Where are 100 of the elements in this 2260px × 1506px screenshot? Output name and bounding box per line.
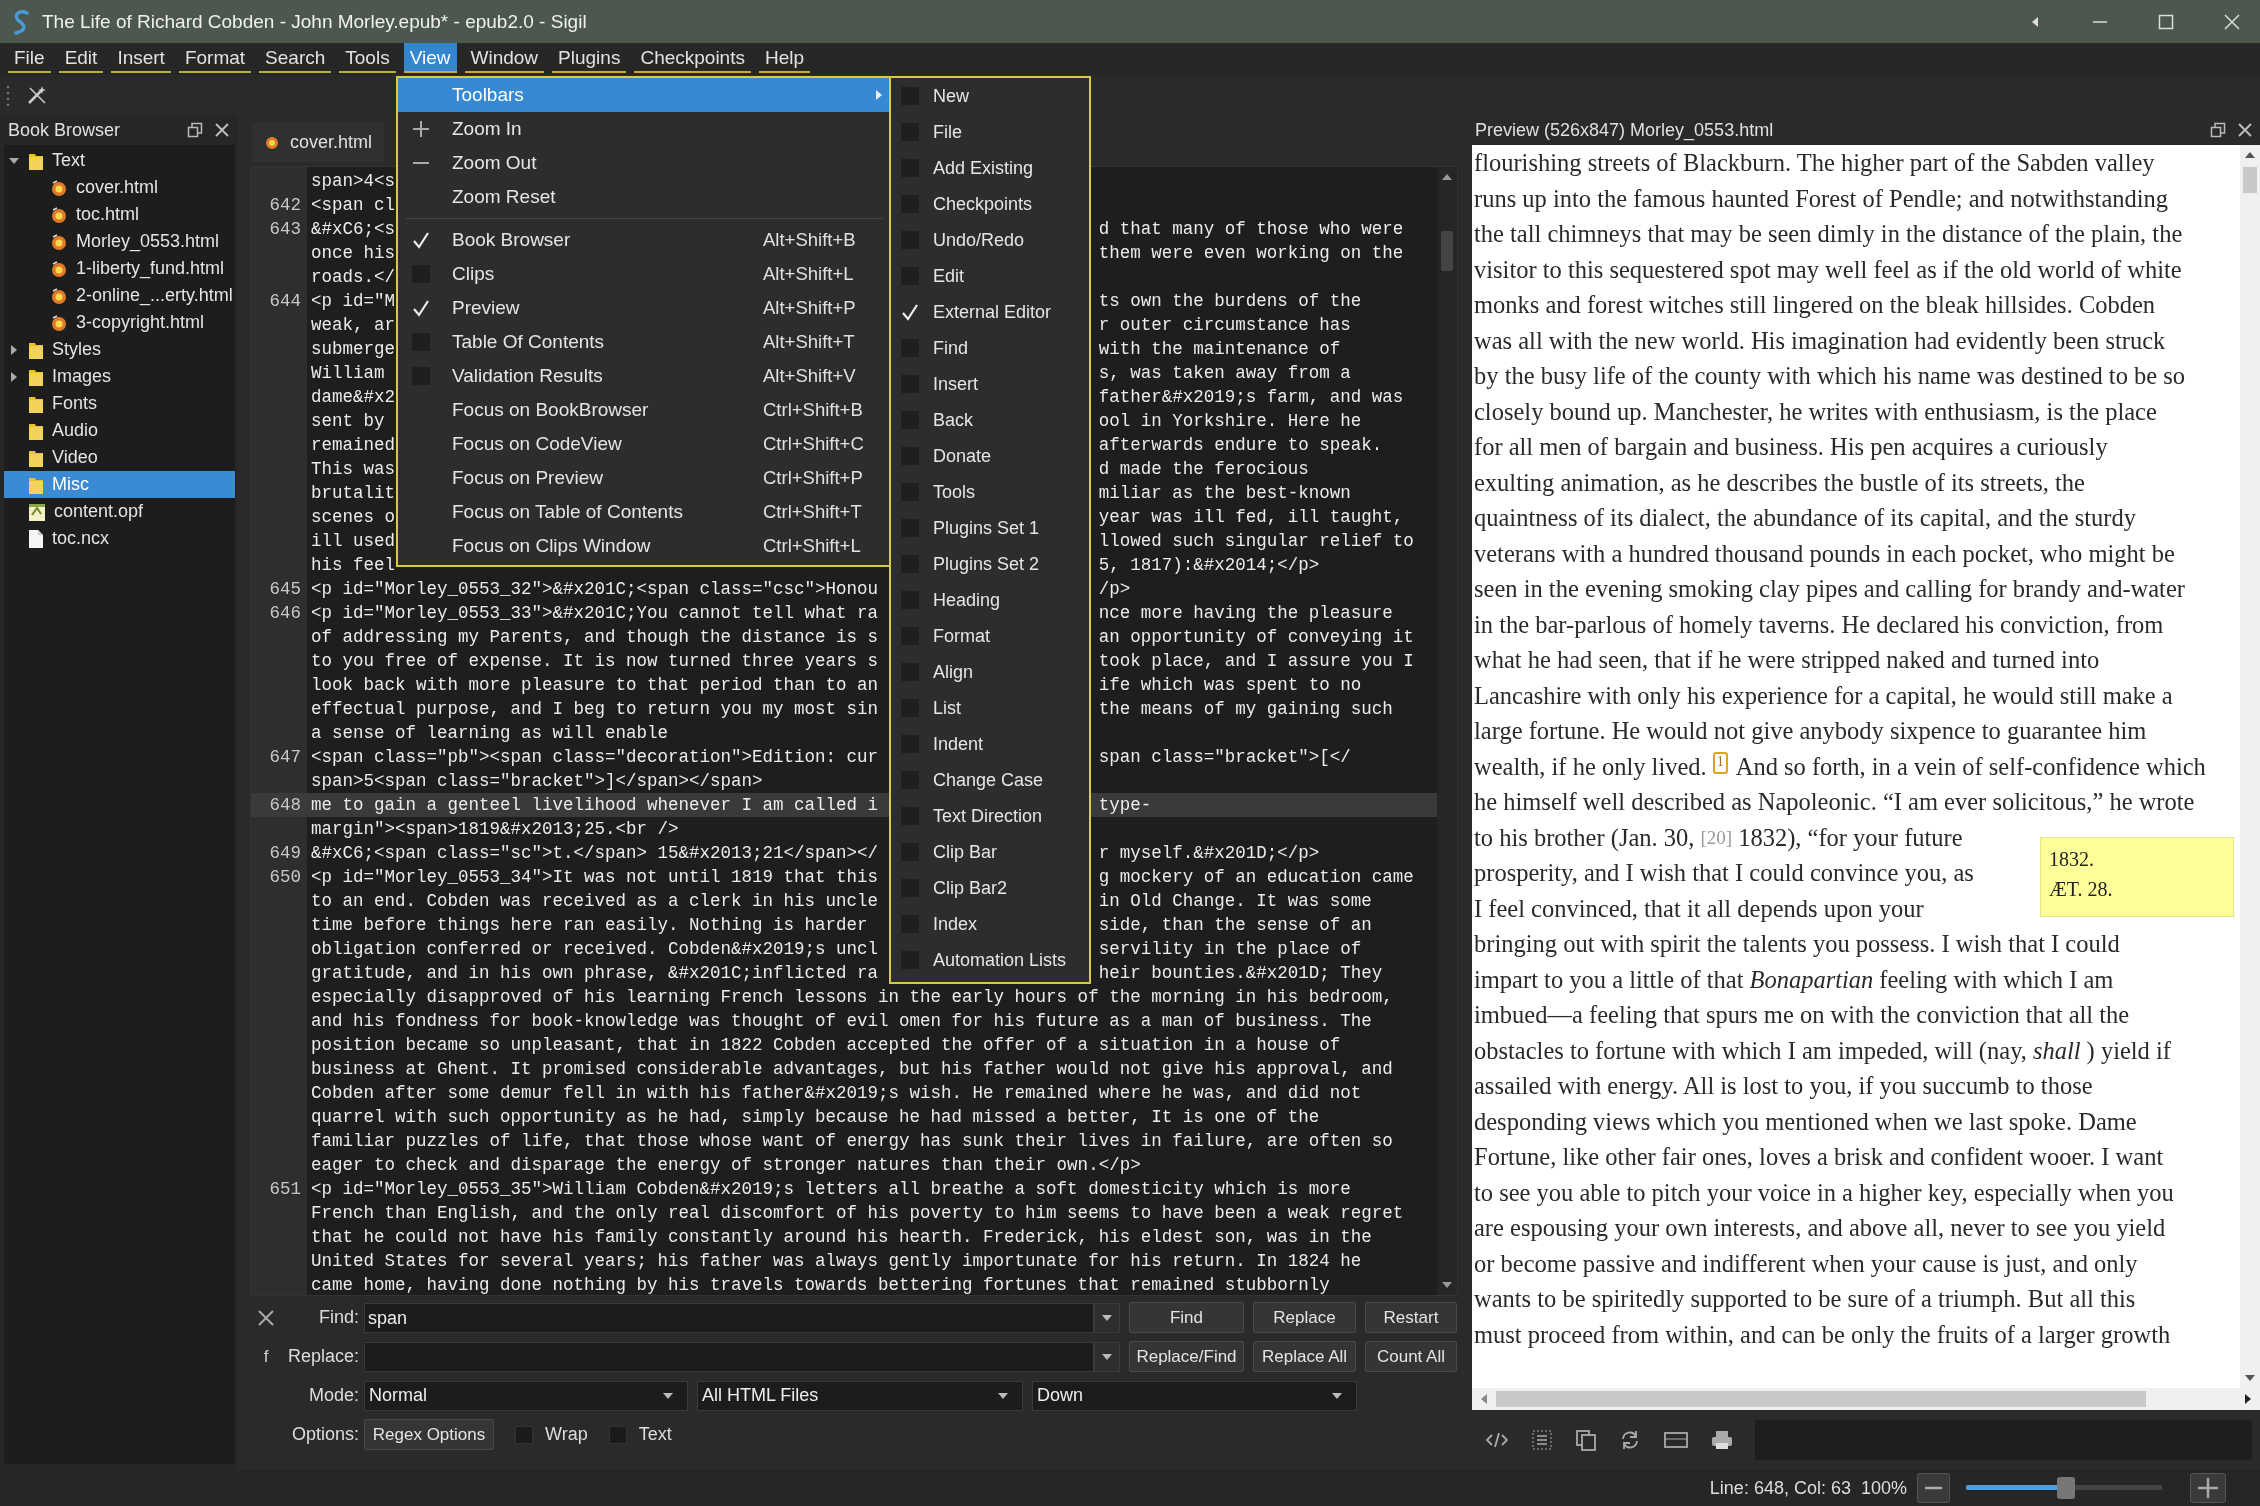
menu-bar-item[interactable]: Plugins: [552, 43, 627, 73]
code-icon[interactable]: [1485, 1430, 1509, 1450]
button[interactable]: Replace: [1253, 1302, 1356, 1333]
tree-item[interactable]: 2-online_...erty.html: [4, 282, 235, 309]
tree-item[interactable]: 1-liberty_fund.html: [4, 255, 235, 282]
menu-item[interactable]: Clip Bar: [891, 834, 1089, 870]
menu-item[interactable]: Plugins Set 2: [891, 546, 1089, 582]
scroll-thumb[interactable]: [1496, 1391, 2146, 1407]
scroll-left-icon[interactable]: [1480, 1393, 1488, 1405]
button[interactable]: Find: [1129, 1302, 1244, 1333]
tree-item[interactable]: cover.html: [4, 174, 235, 201]
menu-item[interactable]: Focus on Preview Ctrl+Shift+P: [398, 461, 891, 495]
menu-item[interactable]: Automation Lists: [891, 942, 1089, 978]
button[interactable]: Replace/Find: [1129, 1341, 1244, 1372]
tree-item[interactable]: 3-copyright.html: [4, 309, 235, 336]
close-icon[interactable]: [215, 123, 229, 137]
menu-bar-item[interactable]: View: [403, 43, 457, 73]
tree-item[interactable]: Text: [4, 147, 235, 174]
menu-bar-item[interactable]: Help: [758, 43, 811, 73]
menu-item[interactable]: Checkpoints: [891, 186, 1089, 222]
tree-item[interactable]: Misc: [4, 471, 235, 498]
button[interactable]: Restart: [1365, 1302, 1457, 1333]
tree-item[interactable]: toc.html: [4, 201, 235, 228]
menu-item[interactable]: Indent: [891, 726, 1089, 762]
copy-icon[interactable]: [1575, 1429, 1597, 1451]
menu-item[interactable]: Zoom Out: [398, 146, 891, 180]
tree-item[interactable]: Audio: [4, 417, 235, 444]
menu-item[interactable]: Index: [891, 906, 1089, 942]
menu-bar-item[interactable]: Search: [259, 43, 332, 73]
horizontal-scrollbar[interactable]: [1472, 1388, 2260, 1410]
menu-item[interactable]: Book Browser Alt+Shift+B: [398, 223, 891, 257]
footnote-marker[interactable]: 1: [1712, 751, 1728, 774]
button[interactable]: Regex Options: [364, 1419, 494, 1450]
refresh-icon[interactable]: [1619, 1429, 1641, 1451]
menu-item[interactable]: Undo/Redo: [891, 222, 1089, 258]
menu-item[interactable]: Align: [891, 654, 1089, 690]
menu-item[interactable]: Add Existing: [891, 150, 1089, 186]
menu-item[interactable]: Focus on Table of Contents Ctrl+Shift+T: [398, 495, 891, 529]
menu-item[interactable]: File: [891, 114, 1089, 150]
menu-bar-item[interactable]: Window: [464, 43, 545, 73]
menu-item[interactable]: Zoom Reset: [398, 180, 891, 214]
menu-item[interactable]: Find: [891, 330, 1089, 366]
menu-item[interactable]: Tools: [891, 474, 1089, 510]
tree-item[interactable]: Fonts: [4, 390, 235, 417]
menu-item[interactable]: External Editor: [891, 294, 1089, 330]
menu-item[interactable]: Validation Results Alt+Shift+V: [398, 359, 891, 393]
tree-item[interactable]: Styles: [4, 336, 235, 363]
scroll-down-icon[interactable]: [1441, 1281, 1453, 1289]
checkbox[interactable]: Wrap: [515, 1424, 588, 1445]
file-tab[interactable]: cover.html: [252, 122, 385, 162]
menu-item[interactable]: Change Case: [891, 762, 1089, 798]
menu-bar-item[interactable]: Insert: [111, 43, 171, 73]
scroll-down-icon[interactable]: [2244, 1374, 2256, 1382]
menu-item[interactable]: Text Direction: [891, 798, 1089, 834]
menu-item[interactable]: Back: [891, 402, 1089, 438]
print-icon[interactable]: [1711, 1429, 1733, 1451]
menu-bar-item[interactable]: Tools: [339, 43, 396, 73]
menu-item[interactable]: Plugins Set 1: [891, 510, 1089, 546]
menu-bar-item[interactable]: Edit: [58, 43, 104, 73]
slider-thumb[interactable]: [2056, 1477, 2075, 1499]
scroll-up-icon[interactable]: [2244, 151, 2256, 159]
scrollbar[interactable]: [1437, 167, 1457, 1295]
dropdown[interactable]: Normal: [364, 1380, 688, 1411]
tree-item[interactable]: Video: [4, 444, 235, 471]
menu-item[interactable]: Preview Alt+Shift+P: [398, 291, 891, 325]
checkbox[interactable]: Text: [608, 1424, 672, 1445]
button[interactable]: Count All: [1365, 1341, 1457, 1372]
menu-item[interactable]: List: [891, 690, 1089, 726]
close-icon[interactable]: [2238, 123, 2252, 137]
menu-bar-item[interactable]: Format: [178, 43, 252, 73]
find-field[interactable]: span: [364, 1302, 1094, 1333]
dropdown[interactable]: Down: [1032, 1380, 1357, 1411]
dropdown[interactable]: All HTML Files: [697, 1380, 1023, 1411]
menu-item[interactable]: Focus on CodeView Ctrl+Shift+C: [398, 427, 891, 461]
menu-item[interactable]: Focus on BookBrowser Ctrl+Shift+B: [398, 393, 891, 427]
float-window-icon[interactable]: [187, 122, 203, 138]
replace-field[interactable]: [364, 1341, 1094, 1372]
menu-item[interactable]: Insert: [891, 366, 1089, 402]
history-dropdown-button[interactable]: [1094, 1302, 1120, 1333]
tree-item[interactable]: Morley_0553.html: [4, 228, 235, 255]
menu-item[interactable]: Focus on Clips Window Ctrl+Shift+L: [398, 529, 891, 563]
menu-item[interactable]: Edit: [891, 258, 1089, 294]
tree-item[interactable]: content.opf: [4, 498, 235, 525]
scroll-thumb[interactable]: [1441, 231, 1453, 271]
tree-item[interactable]: Images: [4, 363, 235, 390]
select-all-icon[interactable]: [1531, 1429, 1553, 1451]
menu-item[interactable]: Clips Alt+Shift+L: [398, 257, 891, 291]
maximize-icon[interactable]: [2158, 13, 2174, 30]
menu-bar-item[interactable]: File: [8, 43, 51, 73]
menu-item[interactable]: Zoom In: [398, 112, 891, 146]
float-window-icon[interactable]: [2210, 122, 2226, 138]
scrollbar[interactable]: [2240, 145, 2260, 1388]
scroll-up-icon[interactable]: [1441, 173, 1453, 181]
menu-bar-item[interactable]: Checkpoints: [634, 43, 751, 73]
menu-item[interactable]: Heading: [891, 582, 1089, 618]
menu-item[interactable]: New: [891, 78, 1089, 114]
scroll-thumb[interactable]: [2243, 167, 2257, 193]
zoom-out-button[interactable]: [1917, 1473, 1950, 1503]
magic-wand-icon[interactable]: [26, 84, 48, 106]
menu-item[interactable]: Format: [891, 618, 1089, 654]
